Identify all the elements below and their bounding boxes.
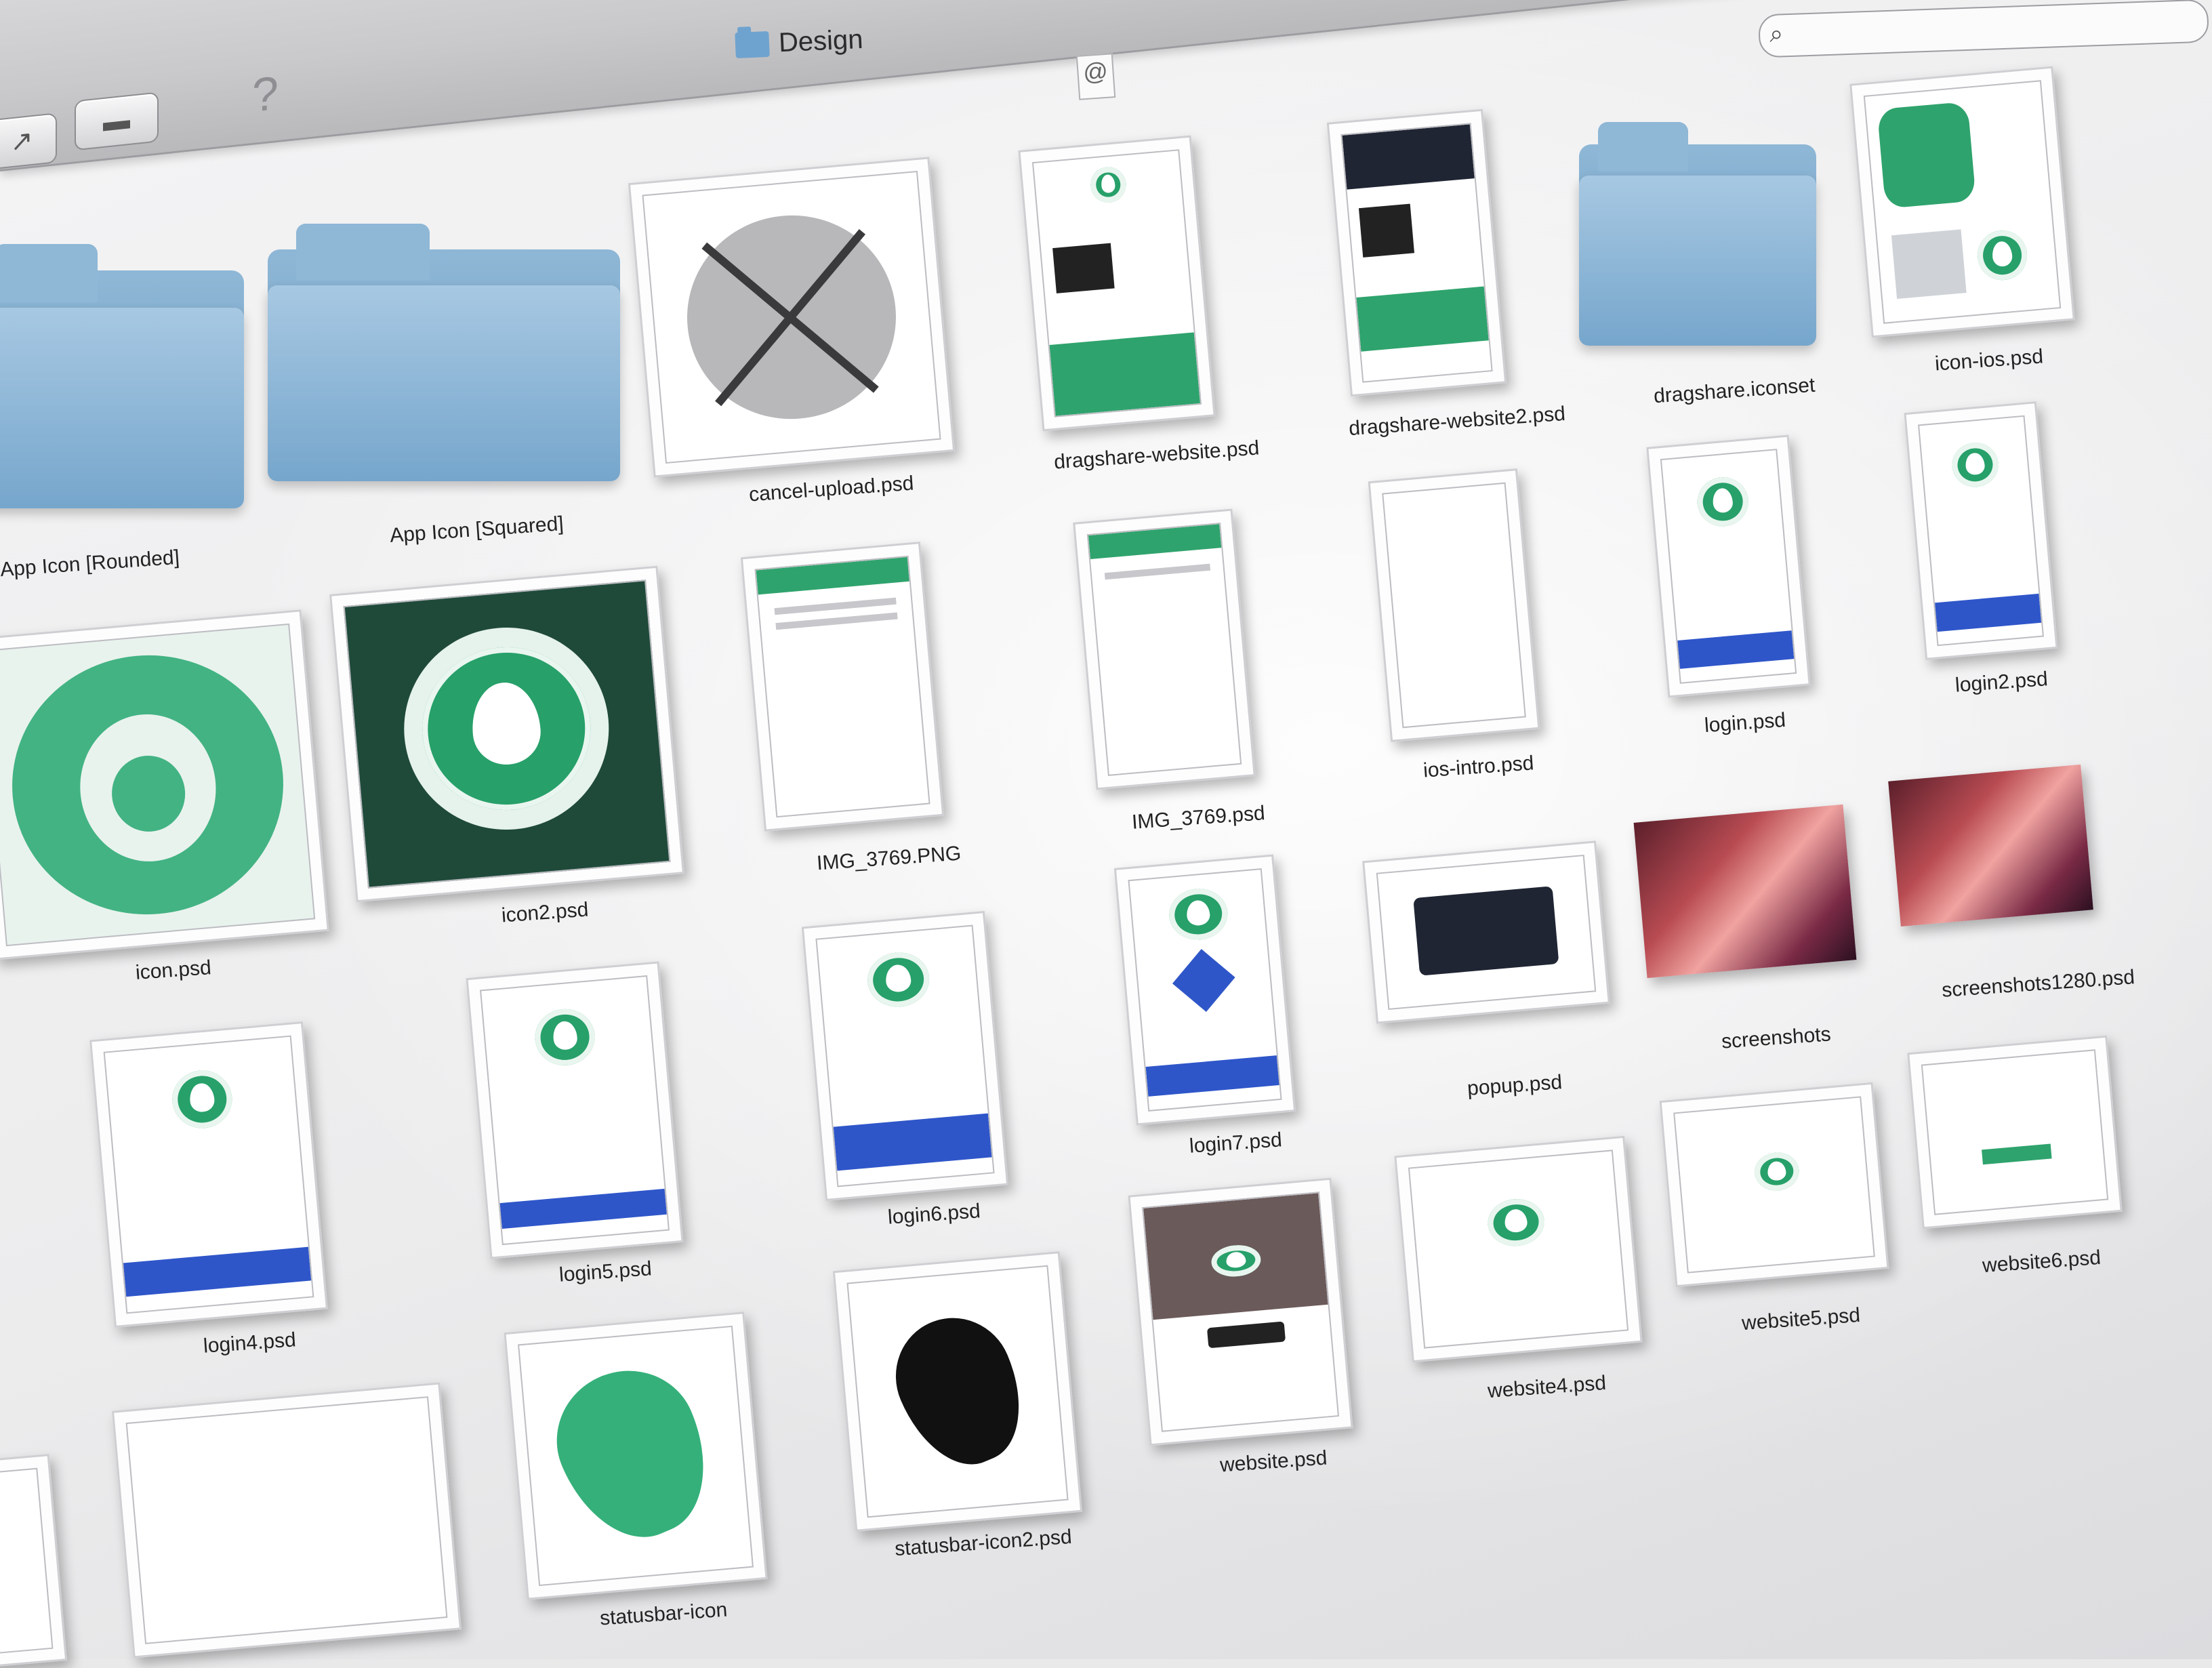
file-name: website6.psd [1982,1246,2102,1278]
file-name: icon.psd [134,956,212,984]
file-name: login2.psd [1954,668,2049,697]
file-thumbnail [1368,468,1540,742]
folder-icon [268,224,620,481]
file-name: IMG_3769.psd [1131,802,1266,834]
file-name: popup.psd [1466,1071,1563,1100]
file-thumbnail [1073,508,1256,790]
file-thumbnail [1907,1035,2123,1229]
file-name: statusbar-icon2.psd [894,1525,1073,1561]
file-name: login4.psd [202,1328,297,1358]
file-name: App Icon [Squared] [389,512,565,547]
file-name: login7.psd [1188,1128,1283,1158]
finder-window: ↗ ▬ ? Design @ ⌕ App Icon [Rounded] App … [0,0,2212,1668]
file-name: IMG_3769.PNG [816,842,962,875]
file-grid: App Icon [Rounded] App Icon [Squared] ca… [0,0,2212,1668]
file-thumbnail [0,1454,68,1668]
file-thumbnail [832,1251,1083,1532]
file-thumbnail [1633,804,1857,979]
file-thumbnail [628,157,956,478]
file-name: dragshare-website.psd [1053,436,1261,474]
file-thumbnail [0,609,329,960]
file-thumbnail [1849,66,2075,338]
file-name: login5.psd [558,1257,653,1286]
file-name: login6.psd [886,1200,981,1229]
file-thumbnail [801,910,1009,1202]
file-thumbnail [504,1311,768,1600]
file-name: website4.psd [1487,1371,1607,1403]
file-thumbnail [1018,135,1216,432]
file-name: screenshots [1721,1023,1832,1053]
file-name: website5.psd [1741,1303,1862,1335]
file-thumbnail [1394,1135,1643,1363]
file-name: dragshare-website2.psd [1348,402,1566,441]
file-thumbnail [329,565,684,903]
file-name: website.psd [1219,1446,1328,1477]
file-thumbnail [1113,854,1296,1126]
file-thumbnail [89,1021,328,1328]
file-thumbnail [1904,401,2058,660]
file-name: dragshare.iconset [1653,373,1816,408]
file-thumbnail [1362,840,1610,1024]
file-thumbnail [466,961,684,1259]
file-name: cancel-upload.psd [748,472,915,506]
file-thumbnail [1646,434,1811,698]
file-name: icon-ios.psd [1934,345,2044,375]
file-name: statusbar-icon [599,1598,729,1630]
file-thumbnail [1888,764,2093,927]
folder-icon [1579,122,1816,346]
file-name: icon2.psd [500,898,590,927]
file-thumbnail [740,542,945,832]
file-thumbnail [1128,1177,1353,1446]
file-name: screenshots1280.psd [1941,966,2135,1002]
file-thumbnail [1326,108,1507,397]
file-name: App Icon [Rounded] [0,546,180,582]
folder-icon [0,244,244,508]
file-thumbnail [111,1382,462,1659]
file-name: ios-intro.psd [1422,752,1535,782]
file-name: login.psd [1703,708,1787,737]
file-thumbnail [1659,1082,1889,1288]
